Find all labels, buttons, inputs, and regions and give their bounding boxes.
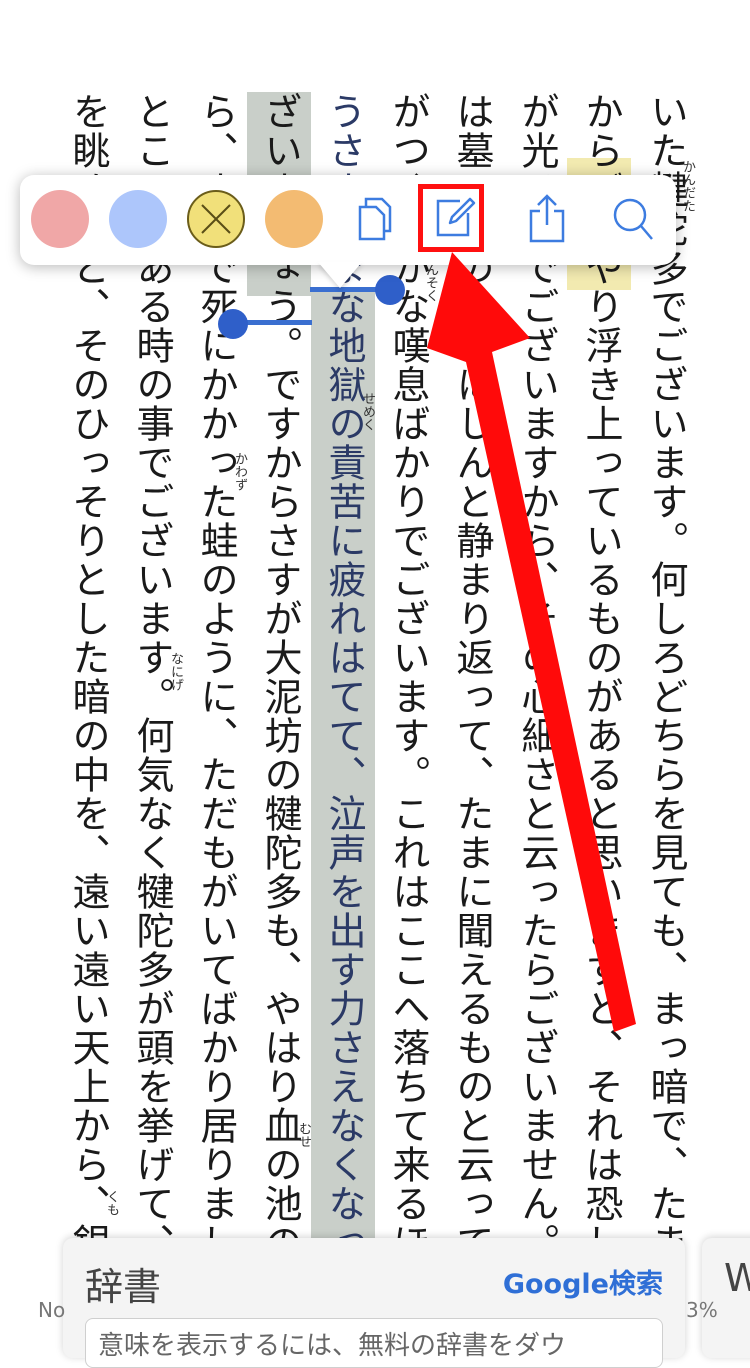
- next-panel-title: W: [724, 1256, 750, 1300]
- dictionary-panel[interactable]: 辞書 Google検索 意味を表示するには、無料の辞書をダウ: [63, 1238, 685, 1368]
- blue-swatch-button[interactable]: [109, 190, 167, 248]
- share-button[interactable]: [524, 193, 570, 243]
- footer-progress: 3%: [686, 1298, 718, 1322]
- copy-icon: [358, 197, 392, 241]
- orange-swatch-button[interactable]: [265, 190, 323, 248]
- dictionary-message[interactable]: 意味を表示するには、無料の辞書をダウ: [85, 1318, 663, 1368]
- search-icon: [613, 198, 653, 240]
- toolbar-pointer: [318, 262, 362, 288]
- selection-start-handle[interactable]: [375, 275, 405, 305]
- footer-location: No: [38, 1298, 66, 1322]
- share-icon: [529, 194, 565, 243]
- yellow-swatch-button[interactable]: [187, 190, 245, 248]
- ruby-kawazu: かわず: [232, 452, 247, 491]
- red-swatch-button[interactable]: [31, 190, 89, 248]
- ruby-muse: むせ: [296, 1122, 311, 1148]
- remove-highlight-icon: [201, 204, 231, 234]
- selection-end-handle[interactable]: [218, 309, 248, 339]
- dictionary-title: 辞書: [85, 1265, 162, 1309]
- ruby-semeku: せめく: [360, 392, 375, 431]
- ruby-kandata: かんだた: [680, 160, 695, 212]
- google-search-link[interactable]: Google検索: [503, 1262, 663, 1301]
- copy-button[interactable]: [352, 195, 398, 243]
- search-button[interactable]: [608, 195, 654, 243]
- ruby-nanige: なにげ: [168, 652, 183, 691]
- ruby-kumo: くも: [104, 1190, 119, 1216]
- annotation-highlight-box: [418, 184, 484, 252]
